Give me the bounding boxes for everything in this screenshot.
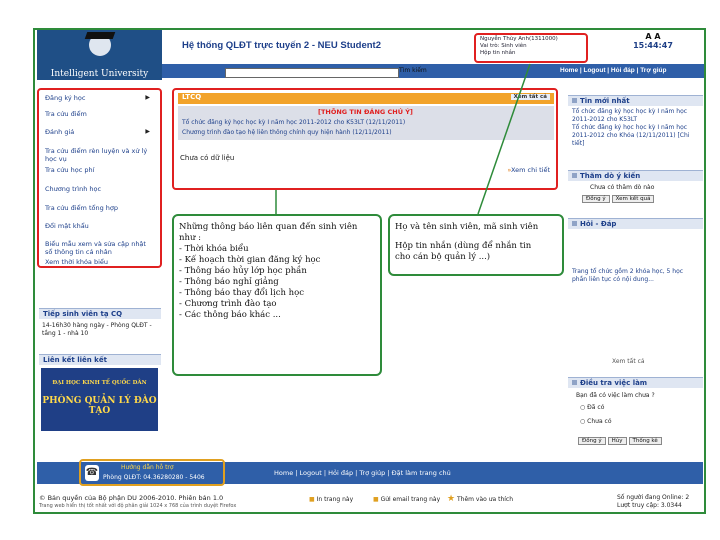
poll-text: Chưa có thăm dò nào: [590, 184, 655, 191]
poll-agree-button[interactable]: Đồng ý: [582, 195, 610, 203]
qa-text[interactable]: Trang tổ chức gồm 2 khóa học, 5 học phần…: [572, 268, 700, 284]
survey-stats-button[interactable]: Thống kê: [628, 437, 662, 445]
poll-buttons: Đồng ý Xem kết quả: [582, 194, 656, 203]
square-icon: [572, 221, 577, 226]
survey-header: Điều tra việc làm: [568, 377, 703, 388]
print-page-link[interactable]: ■ In trang này: [309, 496, 353, 503]
contact-phone: Phòng QLĐT: 04.36280280 - 5406: [103, 474, 205, 481]
online-count: Số người đang Online: 2: [617, 494, 690, 501]
copyright: © Bản quyền của Bộ phận DU 2006-2010. Ph…: [39, 494, 224, 502]
survey-option-no[interactable]: ○ Chưa có: [580, 418, 612, 425]
survey-buttons: Đồng ý Hủy Thống kê: [578, 436, 664, 445]
survey-cancel-button[interactable]: Hủy: [607, 437, 627, 445]
news-text[interactable]: Tổ chức đăng ký học học kỳ I năm học 201…: [572, 108, 700, 148]
square-icon: [572, 173, 577, 178]
contact-box: ☎ Hướng dẫn hỗ trợ Phòng QLĐT: 04.362802…: [79, 459, 225, 486]
email-icon: ■: [373, 496, 379, 503]
qa-header: Hỏi - Đáp: [568, 218, 703, 229]
qa-view-all[interactable]: Xem tất cả: [612, 358, 645, 365]
print-icon: ■: [309, 496, 315, 503]
email-page-link[interactable]: ■ Gửi email trang này: [373, 496, 440, 503]
footer-nav[interactable]: Home | Logout | Hỏi đáp | Trợ giúp | Đặt…: [274, 469, 451, 477]
square-icon: [572, 98, 577, 103]
survey-agree-button[interactable]: Đồng ý: [578, 437, 606, 445]
survey-question: Bạn đã có việc làm chưa ?: [576, 392, 655, 399]
visit-count: Lượt truy cập: 3.0344: [617, 502, 682, 509]
connector-line: [477, 63, 531, 215]
phone-icon: ☎: [85, 465, 99, 481]
star-icon: ★: [447, 494, 456, 504]
square-icon: [572, 380, 577, 385]
favorite-link[interactable]: ★ Thêm vào ưa thích: [447, 494, 517, 504]
news-header: Tin mới nhất: [568, 95, 703, 106]
copyright-note: Trang web hiển thị tốt nhất với độ phân …: [39, 503, 237, 509]
poll-result-button[interactable]: Xem kết quả: [611, 195, 655, 203]
contact-title: Hướng dẫn hỗ trợ: [121, 464, 174, 471]
poll-header: Thăm dò ý kiến: [568, 170, 703, 181]
survey-option-yes[interactable]: ○ Đã có: [580, 404, 604, 411]
